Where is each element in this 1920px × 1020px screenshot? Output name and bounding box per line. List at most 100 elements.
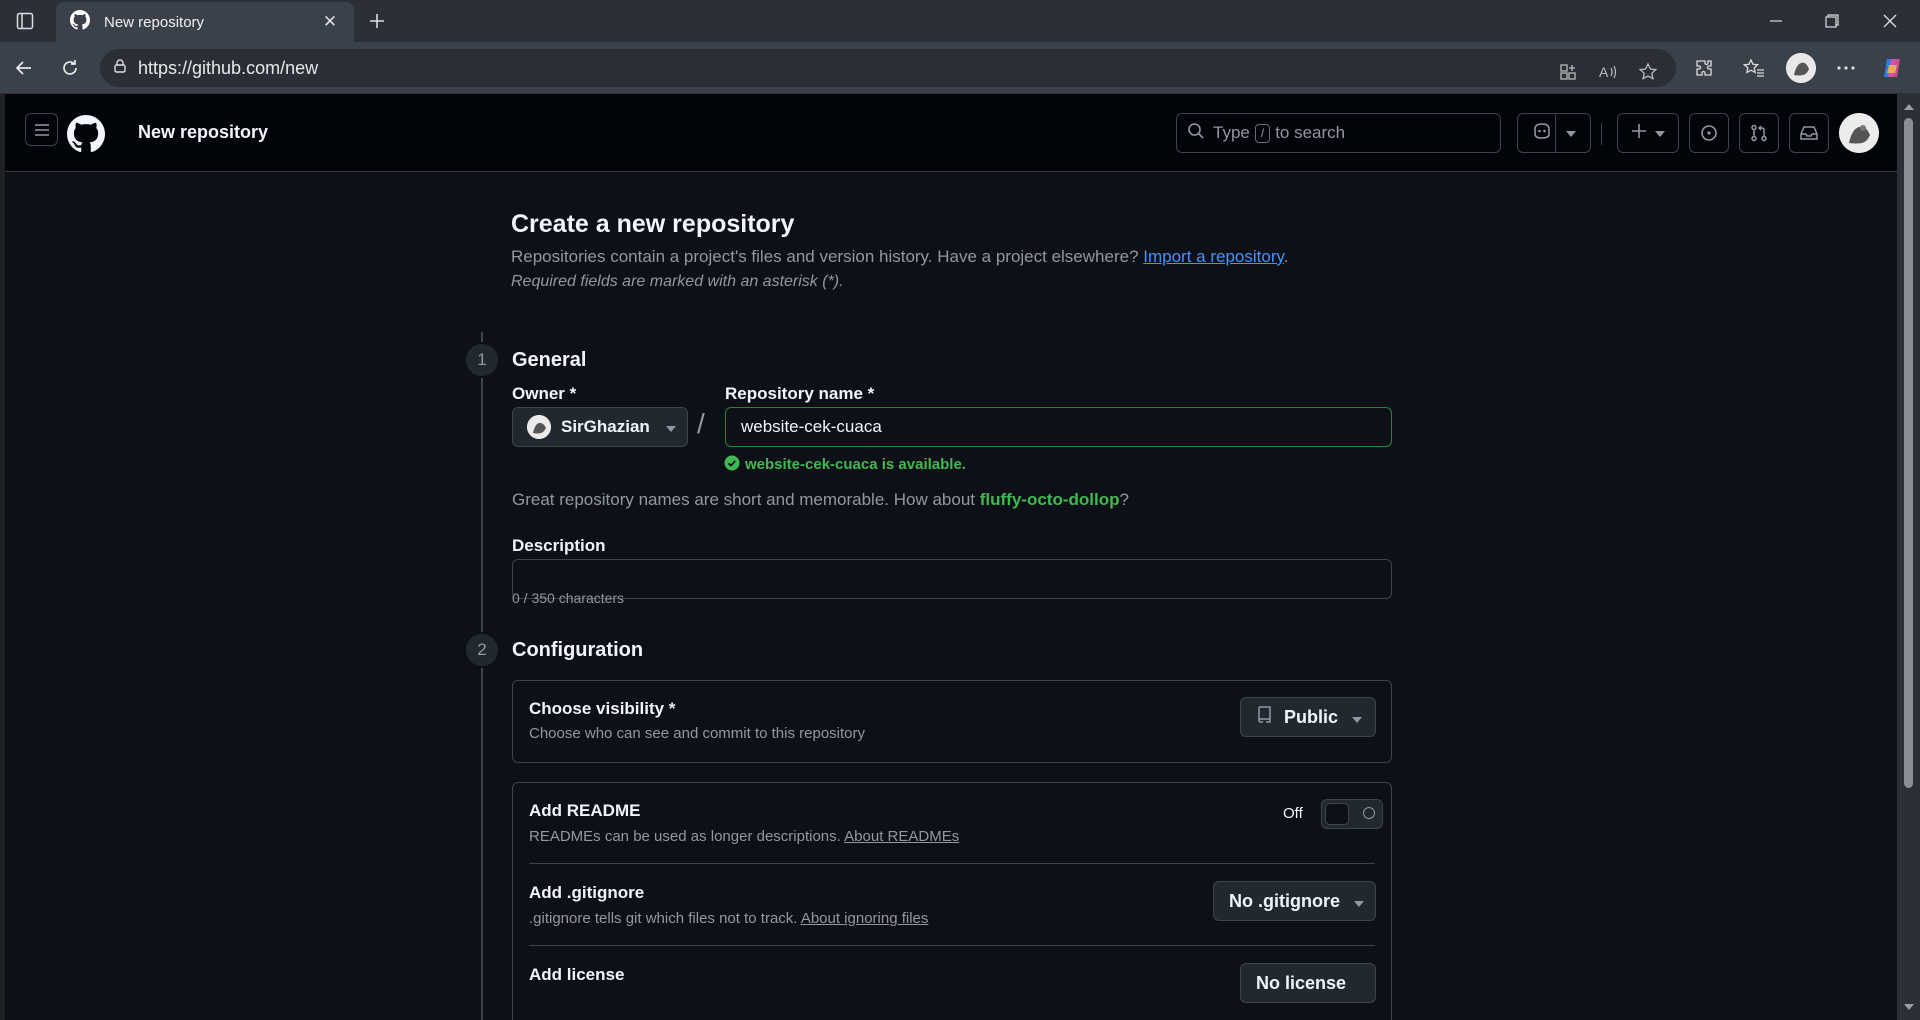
search-suffix: to search <box>1275 123 1346 142</box>
main-content: Create a new repository Repositories con… <box>5 172 1897 1020</box>
owner-label: Owner * <box>512 384 577 403</box>
extensions-icon[interactable] <box>1690 54 1718 82</box>
owner-dropdown[interactable]: SirGhazian <box>512 407 688 447</box>
description-input[interactable] <box>512 559 1392 599</box>
user-avatar[interactable] <box>1839 113 1879 153</box>
page-lead: Repositories contain a project's files a… <box>511 247 1288 267</box>
lead-text: Repositories contain a project's files a… <box>511 247 1139 266</box>
gitignore-desc-text: .gitignore tells git which files not to … <box>529 910 798 927</box>
description-label: Description <box>512 536 606 555</box>
section-title-general: General <box>512 349 587 371</box>
browser-tab-bar: New repository ✕ <box>0 0 1920 42</box>
search-icon <box>1187 122 1205 145</box>
url-text[interactable]: https://github.com/new <box>138 58 318 79</box>
section-title-configuration: Configuration <box>512 639 644 661</box>
site-info-icon[interactable] <box>112 58 128 79</box>
restore-icon[interactable] <box>1818 8 1846 34</box>
issues-icon[interactable] <box>1689 113 1729 153</box>
menu-icon[interactable] <box>25 113 58 146</box>
toggle-knob <box>1325 803 1349 825</box>
search-prefix: Type <box>1213 123 1250 142</box>
scrollbar-thumb[interactable] <box>1904 118 1913 788</box>
license-title: Add license <box>529 965 625 984</box>
read-aloud-icon[interactable]: A <box>1596 60 1620 84</box>
visibility-dropdown[interactable]: Public <box>1240 697 1376 737</box>
visibility-box: Choose visibility * Choose who can see a… <box>512 680 1392 763</box>
toggle-off-icon <box>1363 807 1375 819</box>
chevron-down-icon <box>1655 124 1665 142</box>
back-icon[interactable] <box>10 54 38 82</box>
tab-actions-icon[interactable] <box>14 10 36 32</box>
copilot-icon <box>1532 122 1552 145</box>
repo-name-label: Repository name * <box>725 384 875 403</box>
readme-toggle[interactable] <box>1321 799 1383 829</box>
lead-end: . <box>1283 247 1289 266</box>
suggestion-text: Great repository names are short and mem… <box>512 490 976 509</box>
plus-icon <box>1631 123 1647 144</box>
suggested-name[interactable]: fluffy-octo-dollop <box>980 490 1120 509</box>
step-badge-1: 1 <box>464 342 500 378</box>
step-rail <box>481 332 483 1020</box>
gitignore-dropdown[interactable]: No .gitignore <box>1213 881 1376 921</box>
repo-icon <box>1256 705 1272 729</box>
chevron-down-icon <box>1354 891 1364 912</box>
owner-separator: / <box>697 408 705 439</box>
visibility-value: Public <box>1284 706 1339 727</box>
repository-name-input[interactable]: website-cek-cuaca <box>725 407 1392 447</box>
github-logo-icon[interactable] <box>67 115 105 158</box>
favorite-star-icon[interactable] <box>1636 60 1660 84</box>
readme-description: READMEs can be used as longer descriptio… <box>529 828 959 845</box>
availability-message: website-cek-cuaca is available. <box>745 456 966 473</box>
page-viewport: New repository Type / to search Create a… <box>5 94 1897 1020</box>
chevron-down-icon <box>665 417 676 437</box>
check-circle-icon <box>724 455 740 471</box>
address-bar[interactable]: https://github.com/new A <box>100 49 1676 87</box>
options-box: Add README READMEs can be used as longer… <box>512 782 1392 1020</box>
refresh-icon[interactable] <box>56 54 84 82</box>
page-context-title: New repository <box>138 122 269 142</box>
create-new-button[interactable] <box>1617 113 1679 153</box>
import-repository-link[interactable]: Import a repository <box>1143 247 1283 266</box>
copilot-icon[interactable] <box>1878 54 1906 82</box>
github-tab-icon <box>70 9 90 35</box>
scroll-up-icon[interactable] <box>1902 100 1915 113</box>
favorites-icon[interactable] <box>1740 54 1768 82</box>
github-header: New repository Type / to search <box>5 94 1897 172</box>
browser-toolbar: https://github.com/new A <box>0 42 1920 94</box>
name-suggestion: Great repository names are short and mem… <box>512 490 1129 510</box>
license-value: No license <box>1256 972 1347 993</box>
about-readmes-link[interactable]: About READMEs <box>844 828 959 845</box>
search-shortcut-key: / <box>1254 123 1271 143</box>
owner-avatar <box>527 415 551 439</box>
minimize-icon[interactable] <box>1762 8 1790 34</box>
row-divider <box>529 863 1375 864</box>
gitignore-title: Add .gitignore <box>529 883 645 902</box>
more-options-icon[interactable] <box>1832 54 1860 82</box>
browser-profile-avatar[interactable] <box>1786 53 1816 83</box>
new-tab-icon[interactable] <box>364 8 390 34</box>
license-dropdown[interactable]: No license <box>1240 963 1376 1003</box>
svg-text:A: A <box>1599 64 1609 80</box>
page-title: Create a new repository <box>511 210 795 238</box>
inbox-icon[interactable] <box>1789 113 1829 153</box>
tab-title: New repository <box>104 13 205 31</box>
page-scrollbar[interactable] <box>1897 94 1920 1020</box>
app-available-icon[interactable] <box>1556 60 1580 84</box>
browser-tab[interactable]: New repository ✕ <box>56 2 354 42</box>
row-divider <box>529 945 1375 946</box>
close-window-icon[interactable] <box>1876 8 1904 34</box>
close-tab-icon[interactable]: ✕ <box>320 12 340 32</box>
readme-desc-text: READMEs can be used as longer descriptio… <box>529 828 841 845</box>
suggestion-end: ? <box>1119 490 1129 509</box>
readme-title: Add README <box>529 801 641 820</box>
gitignore-value: No .gitignore <box>1229 890 1340 911</box>
search-input[interactable]: Type / to search <box>1176 113 1501 153</box>
pull-requests-icon[interactable] <box>1739 113 1779 153</box>
gitignore-description: .gitignore tells git which files not to … <box>529 910 928 927</box>
character-count: 0 / 350 characters <box>512 590 625 606</box>
copilot-button[interactable] <box>1517 113 1591 153</box>
step-badge-2: 2 <box>464 632 500 668</box>
about-ignoring-files-link[interactable]: About ignoring files <box>801 910 929 927</box>
scroll-down-icon[interactable] <box>1902 1000 1915 1013</box>
visibility-description: Choose who can see and commit to this re… <box>529 725 865 742</box>
